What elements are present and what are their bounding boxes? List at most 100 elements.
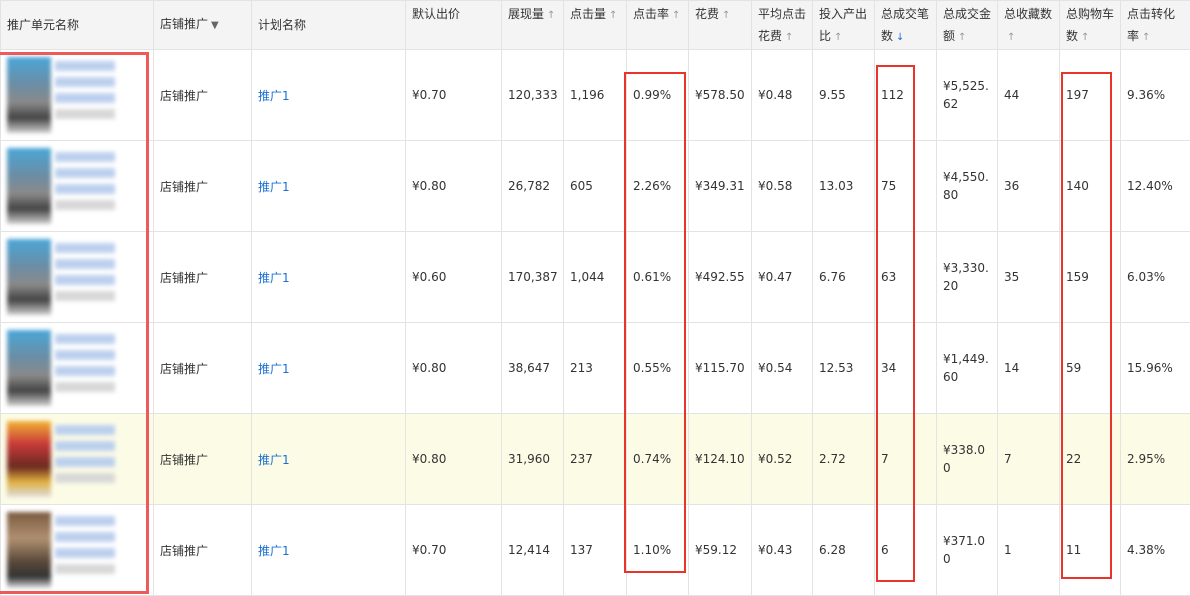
cost: ¥124.10 bbox=[689, 414, 752, 505]
promo-type: 店铺推广 bbox=[154, 414, 252, 505]
sort-up-icon[interactable]: ↑ bbox=[722, 10, 730, 21]
blurred-unit-title bbox=[55, 57, 115, 119]
table-row: 店铺推广 推广1 ¥0.80 38,647 213 0.55% ¥115.70 … bbox=[1, 323, 1190, 414]
col-cpc[interactable]: 平均点击花费↑ bbox=[752, 1, 813, 50]
col-cost[interactable]: 花费↑ bbox=[689, 1, 752, 50]
col-clicks[interactable]: 点击量↑ bbox=[564, 1, 627, 50]
plan-name-link[interactable]: 推广1 bbox=[252, 232, 406, 323]
table-row: 店铺推广 推广1 ¥0.70 120,333 1,196 0.99% ¥578.… bbox=[1, 50, 1190, 141]
col-orders[interactable]: 总成交笔数↓ bbox=[875, 1, 937, 50]
ctr: 0.55% bbox=[627, 323, 689, 414]
col-promo-type[interactable]: 店铺推广▼ bbox=[154, 1, 252, 50]
roi: 6.76 bbox=[813, 232, 875, 323]
gmv: ¥4,550.80 bbox=[937, 141, 998, 232]
cvr: 15.96% bbox=[1121, 323, 1190, 414]
cost: ¥59.12 bbox=[689, 505, 752, 596]
impressions: 38,647 bbox=[502, 323, 564, 414]
product-image[interactable] bbox=[7, 57, 51, 133]
plan-name-link[interactable]: 推广1 bbox=[252, 323, 406, 414]
sort-up-icon[interactable]: ↑ bbox=[1142, 32, 1150, 43]
dropdown-caret-icon[interactable]: ▼ bbox=[211, 20, 219, 31]
sort-up-icon[interactable]: ↑ bbox=[672, 10, 680, 21]
campaign-report-table: 推广单元名称 店铺推广▼ 计划名称 默认出价 展现量↑ 点击量↑ 点击率↑ 花费… bbox=[0, 0, 1190, 596]
default-bid: ¥0.80 bbox=[406, 414, 502, 505]
promo-type: 店铺推广 bbox=[154, 50, 252, 141]
favorites: 36 bbox=[998, 141, 1060, 232]
carts: 197 bbox=[1060, 50, 1121, 141]
unit-thumbnail-cell[interactable] bbox=[1, 414, 154, 505]
sort-up-icon[interactable]: ↑ bbox=[609, 10, 617, 21]
blurred-unit-title bbox=[55, 148, 115, 210]
gmv: ¥371.00 bbox=[937, 505, 998, 596]
unit-thumbnail-cell[interactable] bbox=[1, 232, 154, 323]
orders: 112 bbox=[875, 50, 937, 141]
sort-up-icon[interactable]: ↑ bbox=[785, 32, 793, 43]
ctr: 0.74% bbox=[627, 414, 689, 505]
col-cvr[interactable]: 点击转化率↑ bbox=[1121, 1, 1190, 50]
sort-up-icon[interactable]: ↑ bbox=[1007, 32, 1015, 43]
col-ctr[interactable]: 点击率↑ bbox=[627, 1, 689, 50]
blurred-unit-title bbox=[55, 239, 115, 301]
favorites: 35 bbox=[998, 232, 1060, 323]
cpc: ¥0.48 bbox=[752, 50, 813, 141]
cost: ¥578.50 bbox=[689, 50, 752, 141]
gmv: ¥338.00 bbox=[937, 414, 998, 505]
product-image[interactable] bbox=[7, 421, 51, 497]
gmv: ¥1,449.60 bbox=[937, 323, 998, 414]
product-image[interactable] bbox=[7, 148, 51, 224]
default-bid: ¥0.70 bbox=[406, 50, 502, 141]
impressions: 170,387 bbox=[502, 232, 564, 323]
product-image[interactable] bbox=[7, 512, 51, 588]
sort-up-icon[interactable]: ↑ bbox=[834, 32, 842, 43]
impressions: 12,414 bbox=[502, 505, 564, 596]
default-bid: ¥0.80 bbox=[406, 323, 502, 414]
unit-thumbnail-cell[interactable] bbox=[1, 50, 154, 141]
orders: 63 bbox=[875, 232, 937, 323]
col-roi[interactable]: 投入产出比↑ bbox=[813, 1, 875, 50]
roi: 6.28 bbox=[813, 505, 875, 596]
clicks: 137 bbox=[564, 505, 627, 596]
col-plan-name: 计划名称 bbox=[252, 1, 406, 50]
plan-name-link[interactable]: 推广1 bbox=[252, 505, 406, 596]
orders: 34 bbox=[875, 323, 937, 414]
sort-up-icon[interactable]: ↑ bbox=[547, 10, 555, 21]
promo-type: 店铺推广 bbox=[154, 232, 252, 323]
plan-name-link[interactable]: 推广1 bbox=[252, 414, 406, 505]
col-default-bid: 默认出价 bbox=[406, 1, 502, 50]
sort-down-active-icon[interactable]: ↓ bbox=[896, 32, 904, 43]
carts: 22 bbox=[1060, 414, 1121, 505]
col-impressions[interactable]: 展现量↑ bbox=[502, 1, 564, 50]
unit-thumbnail-cell[interactable] bbox=[1, 323, 154, 414]
col-carts[interactable]: 总购物车数↑ bbox=[1060, 1, 1121, 50]
gmv: ¥3,330.20 bbox=[937, 232, 998, 323]
blurred-unit-title bbox=[55, 330, 115, 392]
unit-thumbnail-cell[interactable] bbox=[1, 505, 154, 596]
clicks: 1,044 bbox=[564, 232, 627, 323]
product-image[interactable] bbox=[7, 239, 51, 315]
cost: ¥115.70 bbox=[689, 323, 752, 414]
carts: 140 bbox=[1060, 141, 1121, 232]
orders: 7 bbox=[875, 414, 937, 505]
cvr: 12.40% bbox=[1121, 141, 1190, 232]
sort-up-icon[interactable]: ↑ bbox=[958, 32, 966, 43]
unit-thumbnail-cell[interactable] bbox=[1, 141, 154, 232]
col-favorites[interactable]: 总收藏数↑ bbox=[998, 1, 1060, 50]
gmv: ¥5,525.62 bbox=[937, 50, 998, 141]
product-image[interactable] bbox=[7, 330, 51, 406]
clicks: 1,196 bbox=[564, 50, 627, 141]
carts: 159 bbox=[1060, 232, 1121, 323]
table-row: 店铺推广 推广1 ¥0.80 26,782 605 2.26% ¥349.31 … bbox=[1, 141, 1190, 232]
sort-up-icon[interactable]: ↑ bbox=[1081, 32, 1089, 43]
table-header-row: 推广单元名称 店铺推广▼ 计划名称 默认出价 展现量↑ 点击量↑ 点击率↑ 花费… bbox=[1, 1, 1190, 50]
promo-type: 店铺推广 bbox=[154, 141, 252, 232]
orders: 6 bbox=[875, 505, 937, 596]
plan-name-link[interactable]: 推广1 bbox=[252, 50, 406, 141]
favorites: 7 bbox=[998, 414, 1060, 505]
blurred-unit-title bbox=[55, 421, 115, 483]
default-bid: ¥0.70 bbox=[406, 505, 502, 596]
carts: 11 bbox=[1060, 505, 1121, 596]
col-gmv[interactable]: 总成交金额↑ bbox=[937, 1, 998, 50]
favorites: 14 bbox=[998, 323, 1060, 414]
roi: 13.03 bbox=[813, 141, 875, 232]
plan-name-link[interactable]: 推广1 bbox=[252, 141, 406, 232]
